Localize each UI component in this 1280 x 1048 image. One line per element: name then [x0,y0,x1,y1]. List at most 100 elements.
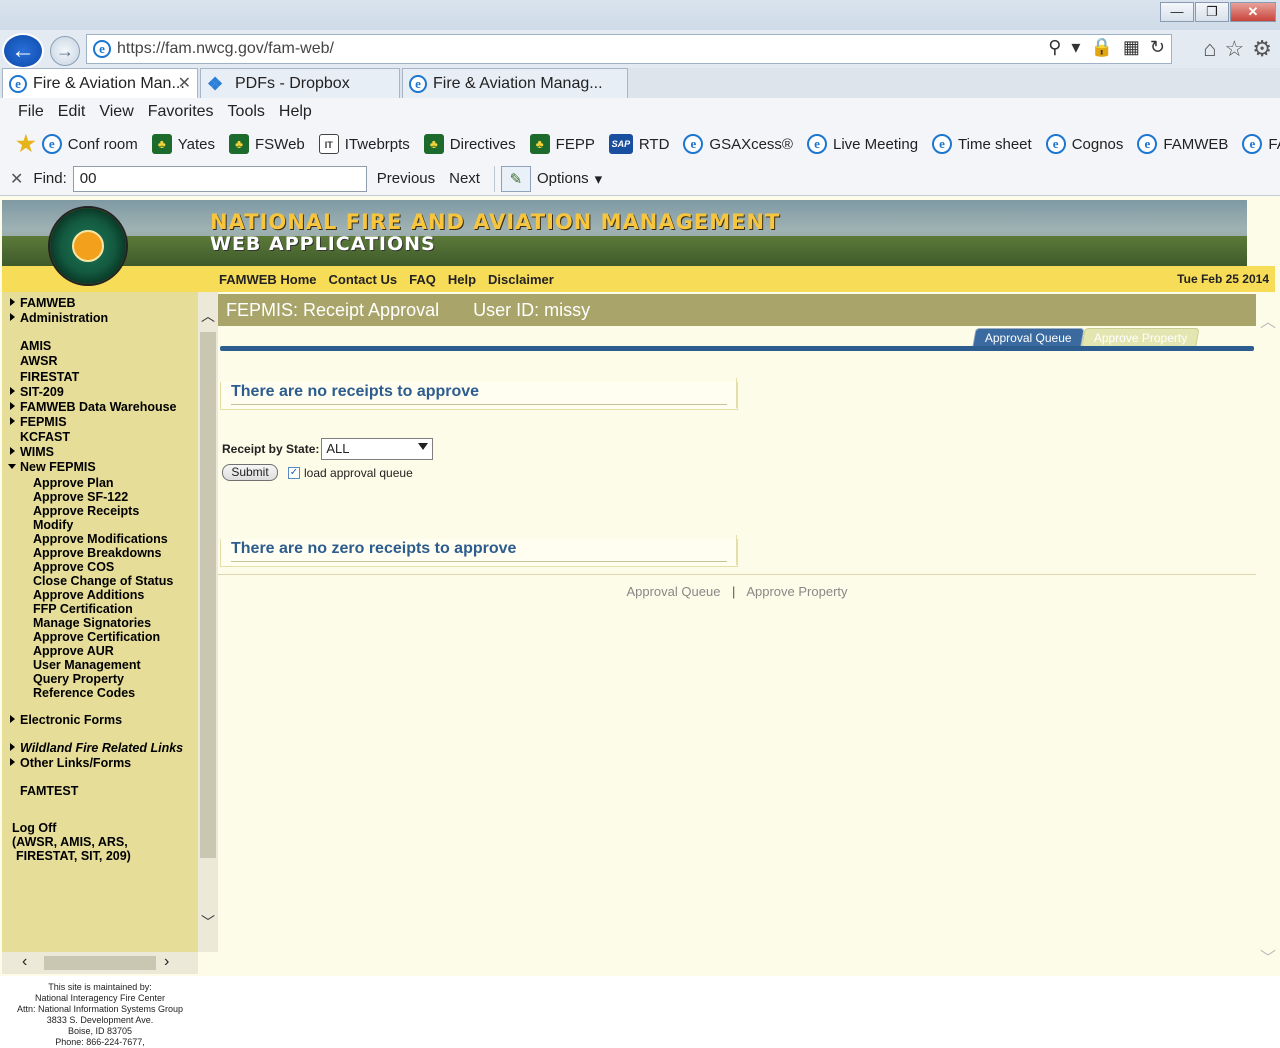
sidebar-item-administration[interactable]: Administration [9,311,108,325]
sidebar-sub-item[interactable]: Approve Receipts [33,504,139,518]
sidebar-sub-item[interactable]: Manage Signatories [33,616,151,630]
nav-faq[interactable]: FAQ [409,272,436,287]
scroll-right-icon[interactable]: › [164,953,169,971]
fav-fepp[interactable]: ♣ FEPP [529,134,595,154]
nav-help[interactable]: Help [448,272,476,287]
search-icon[interactable]: ⚲ [1048,37,1061,58]
sidebar-item-new-fepmis[interactable]: New FEPMIS [8,460,96,474]
fav-rtd[interactable]: SAP RTD [608,134,669,154]
find-previous[interactable]: Previous [377,170,435,187]
tab-approval-queue[interactable]: Approval Queue [972,328,1085,346]
sidebar-item-data-warehouse[interactable]: FAMWEB Data Warehouse [10,400,177,414]
scroll-up-icon[interactable]: ︿ [1260,308,1276,332]
pencil-icon[interactable]: ✎ [500,165,531,192]
back-button[interactable]: ← [2,33,44,69]
scroll-down-icon[interactable]: ﹀ [1260,944,1276,968]
sidebar-item-electronic-forms[interactable]: Electronic Forms [9,713,122,727]
fav-directives[interactable]: ♣ Directives [423,134,516,154]
menu-tools[interactable]: Tools [228,103,265,121]
tab-dropbox[interactable]: ❖ PDFs - Dropbox [200,68,400,98]
sidebar-sub-item[interactable]: Query Property [33,672,124,686]
dropdown-icon[interactable]: ▾ [1071,37,1080,58]
sidebar-sub-item[interactable]: Reference Codes [33,686,135,700]
sidebar-item-wildland-links[interactable]: Wildland Fire Related Links [9,741,183,755]
scroll-up-icon[interactable]: ︿ [201,306,215,326]
sidebar-item-awsr[interactable]: AWSR [20,354,58,368]
fav-itwebrpts[interactable]: IT ITwebrpts [318,134,410,154]
sidebar-sub-item[interactable]: Approve Breakdowns [33,546,162,560]
fav-gsaxcess[interactable]: e GSAXcess® [683,134,793,154]
sidebar-item-firestat[interactable]: FIRESTAT [20,370,79,384]
fav-conf-room[interactable]: e Conf room [41,134,138,154]
favorites-star-icon[interactable]: ☆ [1225,36,1245,62]
tab-fam-1[interactable]: e Fire & Aviation Man... ✕ [2,68,198,98]
hscroll-thumb[interactable] [44,956,156,970]
sidebar-sub-item[interactable]: Approve COS [33,560,114,574]
fav-cognos[interactable]: e Cognos [1045,134,1123,154]
menu-view[interactable]: View [99,103,133,121]
sidebar-item-famweb[interactable]: FAMWEB [10,296,76,310]
close-button[interactable]: ✕ [1230,2,1276,22]
sidebar-item-wims[interactable]: WIMS [9,445,54,459]
sidebar-sub-item[interactable]: User Management [33,658,141,672]
sidebar-sub-item[interactable]: Approve AUR [33,644,114,658]
menu-help[interactable]: Help [279,103,312,121]
compat-icon[interactable]: ▦ [1123,37,1140,58]
fav-live-meeting[interactable]: e Live Meeting [806,134,918,154]
fav-fsweb[interactable]: ♣ FSWeb [229,134,305,154]
tab-fam-2[interactable]: e Fire & Aviation Manag... [402,68,628,98]
logoff-link[interactable]: Log Off [12,821,56,835]
nav-disclaimer[interactable]: Disclaimer [488,272,554,287]
fav-yates[interactable]: ♣ Yates [151,134,215,154]
sidebar-scrollbar[interactable]: ︿ ﹀ [198,292,218,952]
link-approval-queue[interactable]: Approval Queue [626,584,720,599]
minimize-button[interactable]: — [1160,2,1194,22]
refresh-icon[interactable]: ↻ [1150,37,1165,58]
find-options[interactable]: ✎ Options ▾ [493,165,602,192]
sidebar-item-fepmis[interactable]: FEPMIS [10,415,67,429]
scroll-thumb[interactable] [200,332,216,858]
sidebar-item-kcfast[interactable]: KCFAST [20,430,70,444]
load-queue-option[interactable]: ✓ load approval queue [288,466,413,480]
load-queue-checkbox[interactable]: ✓ [288,467,300,479]
nav-contact-us[interactable]: Contact Us [329,272,398,287]
fav-time-sheet[interactable]: e Time sheet [932,134,1032,154]
find-input[interactable]: 00 [72,165,367,192]
home-icon[interactable]: ⌂ [1203,36,1216,62]
sidebar-sub-item[interactable]: Close Change of Status [33,574,173,588]
tab-approve-property[interactable]: Approve Property [1081,328,1200,346]
sidebar-item-other-links[interactable]: Other Links/Forms [9,756,131,770]
favorites-star-icon[interactable]: ★ [16,133,36,155]
sidebar-hscrollbar[interactable]: ‹ › [2,952,198,974]
sidebar-sub-item[interactable]: Approve Additions [33,588,144,602]
sidebar-sub-item[interactable]: FFP Certification [33,602,133,616]
sidebar-item-amis[interactable]: AMIS [20,339,51,353]
menu-file[interactable]: File [18,103,44,121]
menu-favorites[interactable]: Favorites [148,103,214,121]
sidebar-item-famtest[interactable]: FAMTEST [20,784,78,798]
sidebar-sub-item[interactable]: Approve SF-122 [33,490,128,504]
address-bar[interactable]: e https://fam.nwcg.gov/fam-web/ ⚲ ▾ 🔒 ▦ … [86,34,1172,64]
nav-famweb-home[interactable]: FAMWEB Home [219,272,317,287]
menu-edit[interactable]: Edit [58,103,86,121]
state-select[interactable]: ALL [321,438,434,460]
scroll-left-icon[interactable]: ‹ [22,953,27,971]
submit-button[interactable]: Submit [222,464,278,481]
sidebar-sub-item[interactable]: Approve Certification [33,630,160,644]
sidebar-sub-item[interactable]: Approve Plan [33,476,114,490]
page-scrollbar[interactable]: ︿ ﹀ [1256,292,1280,976]
lock-icon[interactable]: 🔒 [1090,37,1112,58]
fav-famtest[interactable]: e FAMTEST [1242,134,1280,154]
fav-famweb[interactable]: e FAMWEB [1137,134,1228,154]
sidebar-sub-item[interactable]: Approve Modifications [33,532,168,546]
link-approve-property[interactable]: Approve Property [746,584,847,599]
close-find-icon[interactable]: ✕ [10,169,23,189]
scroll-down-icon[interactable]: ﹀ [201,912,215,932]
restore-button[interactable]: ❐ [1195,2,1229,22]
sidebar-sub-item[interactable]: Modify [33,518,73,532]
gear-icon[interactable]: ⚙ [1252,36,1272,62]
sidebar-item-sit-209[interactable]: SIT-209 [10,385,64,399]
close-tab-icon[interactable]: ✕ [178,73,191,93]
find-next[interactable]: Next [449,170,480,187]
forward-button[interactable]: → [50,36,80,66]
